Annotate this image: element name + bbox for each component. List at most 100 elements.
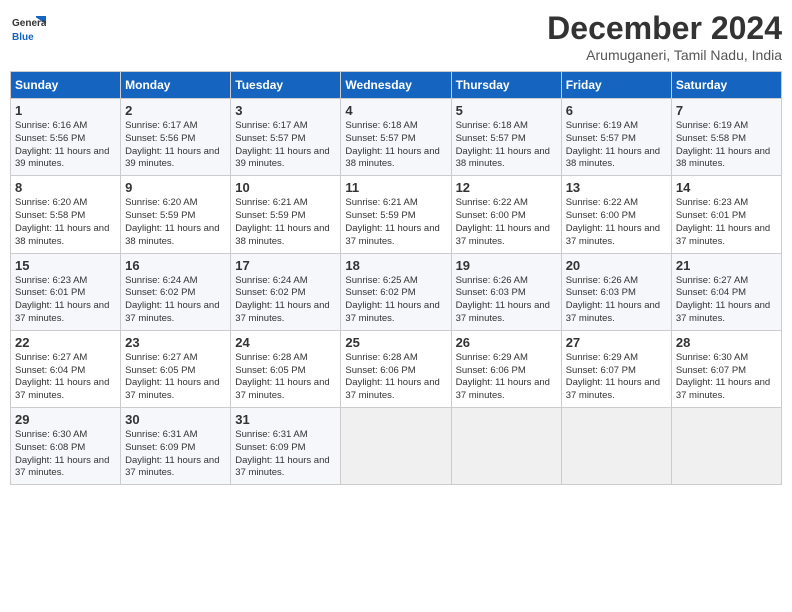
location-subtitle: Arumuganeri, Tamil Nadu, India xyxy=(547,47,782,63)
calendar-week-4: 22Sunrise: 6:27 AM Sunset: 6:04 PM Dayli… xyxy=(11,330,782,407)
day-number: 16 xyxy=(125,258,226,273)
day-info: Sunrise: 6:27 AM Sunset: 6:04 PM Dayligh… xyxy=(15,352,116,403)
calendar-cell: 11 Sunrise: 6:21 AM Sunset: 5:59 PM Dayli… xyxy=(341,176,451,253)
calendar-cell: 12 Sunrise: 6:22 AM Sunset: 6:00 PM Dayli… xyxy=(451,176,561,253)
page-header: General Blue December 2024 Arumuganeri, … xyxy=(10,10,782,63)
calendar-cell: 8 Sunrise: 6:20 AM Sunset: 5:58 PM Daylig… xyxy=(11,176,121,253)
calendar-cell: 9Sunrise: 6:20 AM Sunset: 5:59 PM Daylig… xyxy=(121,176,231,253)
day-info: Sunrise: 6:22 AM Sunset: 6:00 PM Dayligh… xyxy=(456,197,557,248)
day-info: Sunrise: 6:21 AM Sunset: 5:59 PM Dayligh… xyxy=(345,197,446,248)
calendar-cell: 21 Sunrise: 6:27 AM Sunset: 6:04 PM Dayli… xyxy=(671,253,781,330)
logo-icon: General Blue xyxy=(10,10,46,46)
calendar-cell: 28 Sunrise: 6:30 AM Sunset: 6:07 PM Dayli… xyxy=(671,330,781,407)
calendar-cell: 10 Sunrise: 6:21 AM Sunset: 5:59 PM Dayli… xyxy=(231,176,341,253)
day-number: 5 xyxy=(456,103,557,118)
day-info: Sunrise: 6:17 AM Sunset: 5:56 PM Dayligh… xyxy=(125,120,226,171)
calendar-cell: 20Sunrise: 6:26 AM Sunset: 6:03 PM Dayli… xyxy=(561,253,671,330)
day-info: Sunrise: 6:31 AM Sunset: 6:09 PM Dayligh… xyxy=(125,429,226,480)
day-number: 9 xyxy=(125,180,226,195)
day-info: Sunrise: 6:25 AM Sunset: 6:02 PM Dayligh… xyxy=(345,275,446,326)
day-info: Sunrise: 6:26 AM Sunset: 6:03 PM Dayligh… xyxy=(456,275,557,326)
calendar-cell: 13 Sunrise: 6:22 AM Sunset: 6:00 PM Dayli… xyxy=(561,176,671,253)
calendar-week-2: 8 Sunrise: 6:20 AM Sunset: 5:58 PM Daylig… xyxy=(11,176,782,253)
day-number: 15 xyxy=(15,258,116,273)
svg-text:General: General xyxy=(12,18,46,29)
day-info: Sunrise: 6:27 AM Sunset: 6:05 PM Dayligh… xyxy=(125,352,226,403)
day-number: 27 xyxy=(566,335,667,350)
day-number: 29 xyxy=(15,412,116,427)
calendar-body: 1Sunrise: 6:16 AM Sunset: 5:56 PM Daylig… xyxy=(11,99,782,485)
day-number: 19 xyxy=(456,258,557,273)
svg-text:Blue: Blue xyxy=(12,32,34,43)
calendar-cell xyxy=(451,408,561,485)
calendar-cell: 27 Sunrise: 6:29 AM Sunset: 6:07 PM Dayli… xyxy=(561,330,671,407)
day-number: 21 xyxy=(676,258,777,273)
calendar-cell: 4Sunrise: 6:18 AM Sunset: 5:57 PM Daylig… xyxy=(341,99,451,176)
day-info: Sunrise: 6:19 AM Sunset: 5:57 PM Dayligh… xyxy=(566,120,667,171)
weekday-header-sunday: Sunday xyxy=(11,72,121,99)
calendar-week-1: 1Sunrise: 6:16 AM Sunset: 5:56 PM Daylig… xyxy=(11,99,782,176)
weekday-header-saturday: Saturday xyxy=(671,72,781,99)
calendar-cell: 25Sunrise: 6:28 AM Sunset: 6:06 PM Dayli… xyxy=(341,330,451,407)
weekday-header-tuesday: Tuesday xyxy=(231,72,341,99)
calendar-cell: 16 Sunrise: 6:24 AM Sunset: 6:02 PM Dayli… xyxy=(121,253,231,330)
calendar-cell xyxy=(671,408,781,485)
day-number: 1 xyxy=(15,103,116,118)
day-info: Sunrise: 6:20 AM Sunset: 5:58 PM Dayligh… xyxy=(15,197,116,248)
day-info: Sunrise: 6:29 AM Sunset: 6:06 PM Dayligh… xyxy=(456,352,557,403)
day-number: 2 xyxy=(125,103,226,118)
day-info: Sunrise: 6:31 AM Sunset: 6:09 PM Dayligh… xyxy=(235,429,336,480)
day-info: Sunrise: 6:29 AM Sunset: 6:07 PM Dayligh… xyxy=(566,352,667,403)
calendar-cell: 15 Sunrise: 6:23 AM Sunset: 6:01 PM Dayli… xyxy=(11,253,121,330)
calendar-cell: 26 Sunrise: 6:29 AM Sunset: 6:06 PM Dayli… xyxy=(451,330,561,407)
logo: General Blue xyxy=(10,10,50,46)
calendar-cell: 31Sunrise: 6:31 AM Sunset: 6:09 PM Dayli… xyxy=(231,408,341,485)
day-info: Sunrise: 6:30 AM Sunset: 6:07 PM Dayligh… xyxy=(676,352,777,403)
calendar-cell: 24 Sunrise: 6:28 AM Sunset: 6:05 PM Dayli… xyxy=(231,330,341,407)
calendar-cell: 17 Sunrise: 6:24 AM Sunset: 6:02 PM Dayli… xyxy=(231,253,341,330)
month-title: December 2024 xyxy=(547,10,782,47)
day-info: Sunrise: 6:28 AM Sunset: 6:05 PM Dayligh… xyxy=(235,352,336,403)
day-info: Sunrise: 6:19 AM Sunset: 5:58 PM Dayligh… xyxy=(676,120,777,171)
day-number: 12 xyxy=(456,180,557,195)
day-number: 10 xyxy=(235,180,336,195)
day-info: Sunrise: 6:23 AM Sunset: 6:01 PM Dayligh… xyxy=(15,275,116,326)
calendar-header-row: SundayMondayTuesdayWednesdayThursdayFrid… xyxy=(11,72,782,99)
day-info: Sunrise: 6:23 AM Sunset: 6:01 PM Dayligh… xyxy=(676,197,777,248)
day-number: 3 xyxy=(235,103,336,118)
calendar-cell: 18 Sunrise: 6:25 AM Sunset: 6:02 PM Dayli… xyxy=(341,253,451,330)
day-number: 13 xyxy=(566,180,667,195)
calendar-cell: 23 Sunrise: 6:27 AM Sunset: 6:05 PM Dayli… xyxy=(121,330,231,407)
calendar-cell: 30 Sunrise: 6:31 AM Sunset: 6:09 PM Dayli… xyxy=(121,408,231,485)
weekday-header-friday: Friday xyxy=(561,72,671,99)
day-number: 6 xyxy=(566,103,667,118)
calendar-week-5: 29Sunrise: 6:30 AM Sunset: 6:08 PM Dayli… xyxy=(11,408,782,485)
calendar-table: SundayMondayTuesdayWednesdayThursdayFrid… xyxy=(10,71,782,485)
day-number: 25 xyxy=(345,335,446,350)
day-info: Sunrise: 6:24 AM Sunset: 6:02 PM Dayligh… xyxy=(125,275,226,326)
calendar-cell: 14Sunrise: 6:23 AM Sunset: 6:01 PM Dayli… xyxy=(671,176,781,253)
day-info: Sunrise: 6:27 AM Sunset: 6:04 PM Dayligh… xyxy=(676,275,777,326)
day-info: Sunrise: 6:21 AM Sunset: 5:59 PM Dayligh… xyxy=(235,197,336,248)
weekday-header-monday: Monday xyxy=(121,72,231,99)
day-info: Sunrise: 6:26 AM Sunset: 6:03 PM Dayligh… xyxy=(566,275,667,326)
day-number: 17 xyxy=(235,258,336,273)
calendar-cell: 6 Sunrise: 6:19 AM Sunset: 5:57 PM Daylig… xyxy=(561,99,671,176)
day-info: Sunrise: 6:22 AM Sunset: 6:00 PM Dayligh… xyxy=(566,197,667,248)
day-number: 23 xyxy=(125,335,226,350)
day-number: 24 xyxy=(235,335,336,350)
day-number: 18 xyxy=(345,258,446,273)
day-number: 30 xyxy=(125,412,226,427)
day-number: 28 xyxy=(676,335,777,350)
calendar-cell: 1Sunrise: 6:16 AM Sunset: 5:56 PM Daylig… xyxy=(11,99,121,176)
calendar-cell: 3Sunrise: 6:17 AM Sunset: 5:57 PM Daylig… xyxy=(231,99,341,176)
calendar-cell: 2 Sunrise: 6:17 AM Sunset: 5:56 PM Daylig… xyxy=(121,99,231,176)
day-info: Sunrise: 6:24 AM Sunset: 6:02 PM Dayligh… xyxy=(235,275,336,326)
day-number: 11 xyxy=(345,180,446,195)
calendar-cell: 22Sunrise: 6:27 AM Sunset: 6:04 PM Dayli… xyxy=(11,330,121,407)
day-number: 26 xyxy=(456,335,557,350)
calendar-cell: 19 Sunrise: 6:26 AM Sunset: 6:03 PM Dayli… xyxy=(451,253,561,330)
day-info: Sunrise: 6:18 AM Sunset: 5:57 PM Dayligh… xyxy=(456,120,557,171)
day-number: 8 xyxy=(15,180,116,195)
weekday-header-wednesday: Wednesday xyxy=(341,72,451,99)
